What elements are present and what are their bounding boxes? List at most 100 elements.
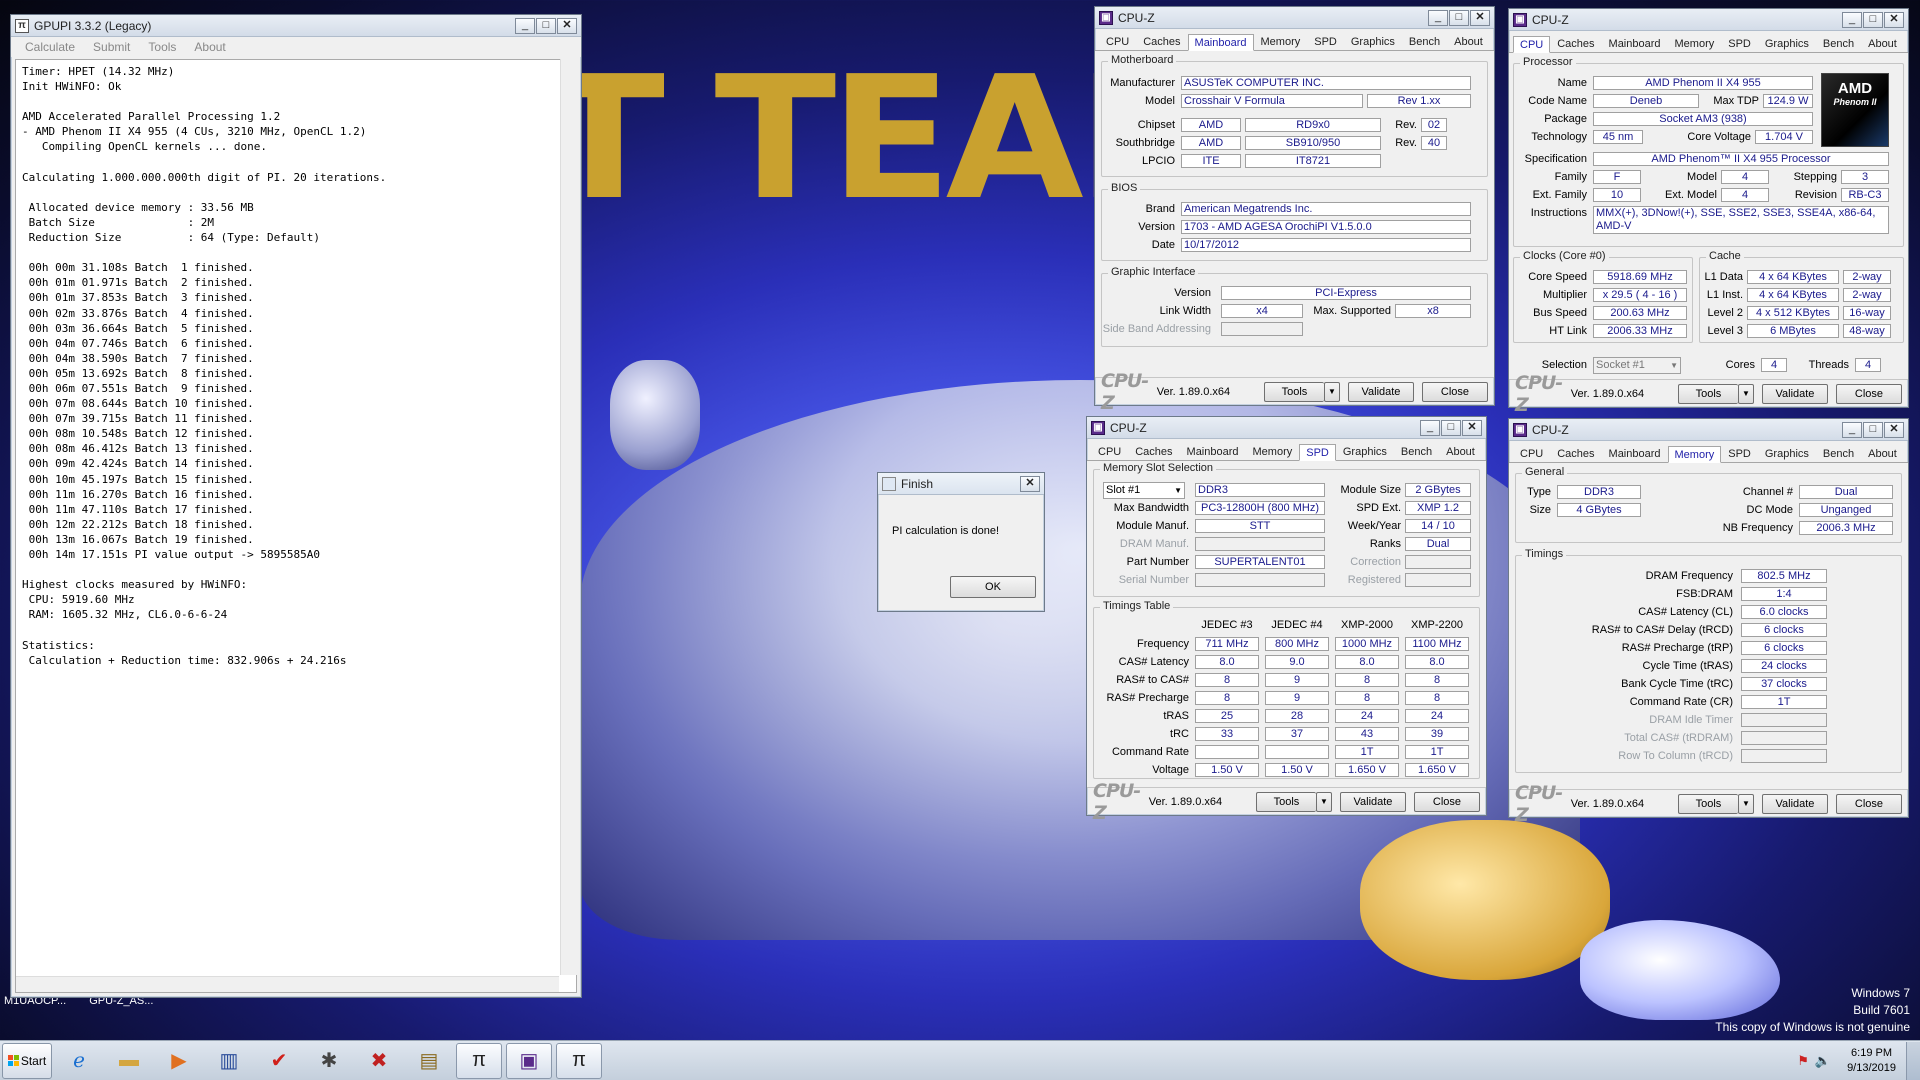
toolbox-app-icon[interactable]: ▤ [406,1043,452,1079]
minimize-button[interactable]: _ [1842,11,1862,28]
show-desktop-button[interactable] [1906,1042,1920,1080]
cpuz-titlebar[interactable]: ▣ CPU-Z _ □ ✕ [1509,419,1908,441]
spider-app-icon[interactable]: ✱ [306,1043,352,1079]
tab-graphics[interactable]: Graphics [1758,35,1816,52]
minimize-button[interactable]: _ [1420,419,1440,436]
tab-caches[interactable]: Caches [1136,33,1187,50]
tab-cpu[interactable]: CPU [1513,36,1551,53]
tab-memory[interactable]: Memory [1246,443,1300,460]
maximize-button[interactable]: □ [1449,9,1469,26]
internet-explorer-icon[interactable]: ℯ [56,1043,102,1079]
gpupi-log-output[interactable]: Timer: HPET (14.32 MHz) Init HWiNFO: Ok … [15,59,577,993]
media-player-icon[interactable]: ▶ [156,1043,202,1079]
close-window-button[interactable]: Close [1421,381,1488,402]
tab-about[interactable]: About [1861,35,1904,52]
tab-cpu[interactable]: CPU [1099,33,1136,50]
close-button[interactable]: ✕ [557,17,577,34]
tab-spd[interactable]: SPD [1721,445,1758,462]
tab-about[interactable]: About [1439,443,1482,460]
cpuz-titlebar[interactable]: ▣ CPU-Z _ □ ✕ [1095,7,1494,29]
tab-caches[interactable]: Caches [1550,445,1601,462]
minimize-button[interactable]: _ [515,17,535,34]
close-button[interactable]: ✕ [1470,9,1490,26]
validate-button[interactable]: Validate [1347,381,1414,402]
tab-mainboard[interactable]: Mainboard [1180,443,1246,460]
close-window-button[interactable]: Close [1835,793,1902,814]
gpupi-dialog-taskbar-icon[interactable]: π [556,1042,602,1079]
menu-submit[interactable]: Submit [93,40,130,54]
maximize-button[interactable]: □ [536,17,556,34]
slot-select[interactable]: Slot #1 ▼ [1103,482,1185,499]
start-button[interactable]: Start [2,1042,52,1079]
action-center-flag-icon[interactable]: ⚑ [1797,1053,1809,1069]
close-window-button[interactable]: Close [1835,383,1902,404]
ok-button[interactable]: OK [950,576,1036,598]
tools-button[interactable]: Tools [1677,383,1738,404]
finish-titlebar[interactable]: Finish ✕ [878,473,1044,495]
minimize-button[interactable]: _ [1842,421,1862,438]
tab-bench[interactable]: Bench [1816,35,1861,52]
close-window-button[interactable]: Close [1413,791,1480,812]
hwbot-app-icon[interactable]: ✖ [356,1043,402,1079]
tools-dropdown[interactable]: Tools ▼ [1255,791,1332,812]
gpupi-titlebar[interactable]: π GPUPI 3.3.2 (Legacy) _ □ ✕ [11,15,581,37]
volume-icon[interactable]: 🔈 [1815,1053,1831,1069]
tab-graphics[interactable]: Graphics [1758,445,1816,462]
horizontal-scrollbar[interactable] [16,976,559,992]
explorer-folder-icon[interactable]: ▬ [106,1043,152,1079]
validate-button[interactable]: Validate [1339,791,1406,812]
cpuz-titlebar[interactable]: ▣ CPU-Z _ □ ✕ [1509,9,1908,31]
close-button[interactable]: ✕ [1020,475,1040,492]
close-button[interactable]: ✕ [1884,421,1904,438]
tab-spd[interactable]: SPD [1721,35,1758,52]
tab-mainboard[interactable]: Mainboard [1602,445,1668,462]
tools-dropdown[interactable]: Tools ▼ [1263,381,1340,402]
maximize-button[interactable]: □ [1441,419,1461,436]
close-button[interactable]: ✕ [1462,419,1482,436]
tab-spd[interactable]: SPD [1307,33,1344,50]
validate-button[interactable]: Validate [1761,793,1828,814]
close-button[interactable]: ✕ [1884,11,1904,28]
maximize-button[interactable]: □ [1863,11,1883,28]
cpuz-taskbar-icon[interactable]: ▣ [506,1042,552,1079]
chevron-down-icon[interactable]: ▼ [1315,791,1332,812]
cpuz-titlebar[interactable]: ▣ CPU-Z _ □ ✕ [1087,417,1486,439]
tab-caches[interactable]: Caches [1128,443,1179,460]
minimize-button[interactable]: _ [1428,9,1448,26]
tools-button[interactable]: Tools [1255,791,1316,812]
tab-about[interactable]: About [1861,445,1904,462]
tab-memory[interactable]: Memory [1667,446,1722,463]
tab-cpu[interactable]: CPU [1091,443,1128,460]
gpupi-taskbar-icon[interactable]: π [456,1042,502,1079]
maximize-button[interactable]: □ [1863,421,1883,438]
tab-memory[interactable]: Memory [1668,35,1722,52]
menu-calculate[interactable]: Calculate [25,40,75,54]
tab-cpu[interactable]: CPU [1513,445,1550,462]
chevron-down-icon[interactable]: ▼ [1737,383,1754,404]
menu-about[interactable]: About [194,40,225,54]
tab-bench[interactable]: Bench [1402,33,1447,50]
tab-mainboard[interactable]: Mainboard [1602,35,1668,52]
chevron-down-icon[interactable]: ▼ [1737,793,1754,814]
benchmark-app-icon[interactable]: ▥ [206,1043,252,1079]
checkmark-app-icon[interactable]: ✔ [256,1043,302,1079]
tools-dropdown[interactable]: Tools ▼ [1677,383,1754,404]
validate-button[interactable]: Validate [1761,383,1828,404]
tools-button[interactable]: Tools [1263,381,1324,402]
socket-select[interactable]: Socket #1 ▼ [1593,357,1681,374]
tab-mainboard[interactable]: Mainboard [1187,34,1254,51]
chevron-down-icon[interactable]: ▼ [1323,381,1340,402]
tools-dropdown[interactable]: Tools ▼ [1677,793,1754,814]
menu-tools[interactable]: Tools [148,40,176,54]
tools-button[interactable]: Tools [1677,793,1738,814]
vertical-scrollbar[interactable] [560,59,577,975]
tab-bench[interactable]: Bench [1816,445,1861,462]
tab-memory[interactable]: Memory [1254,33,1308,50]
tab-spd[interactable]: SPD [1299,444,1336,461]
tab-about[interactable]: About [1447,33,1490,50]
tab-graphics[interactable]: Graphics [1344,33,1402,50]
tab-bench[interactable]: Bench [1394,443,1439,460]
tab-graphics[interactable]: Graphics [1336,443,1394,460]
clock[interactable]: 6:19 PM 9/13/2019 [1847,1046,1896,1076]
tab-caches[interactable]: Caches [1550,35,1601,52]
